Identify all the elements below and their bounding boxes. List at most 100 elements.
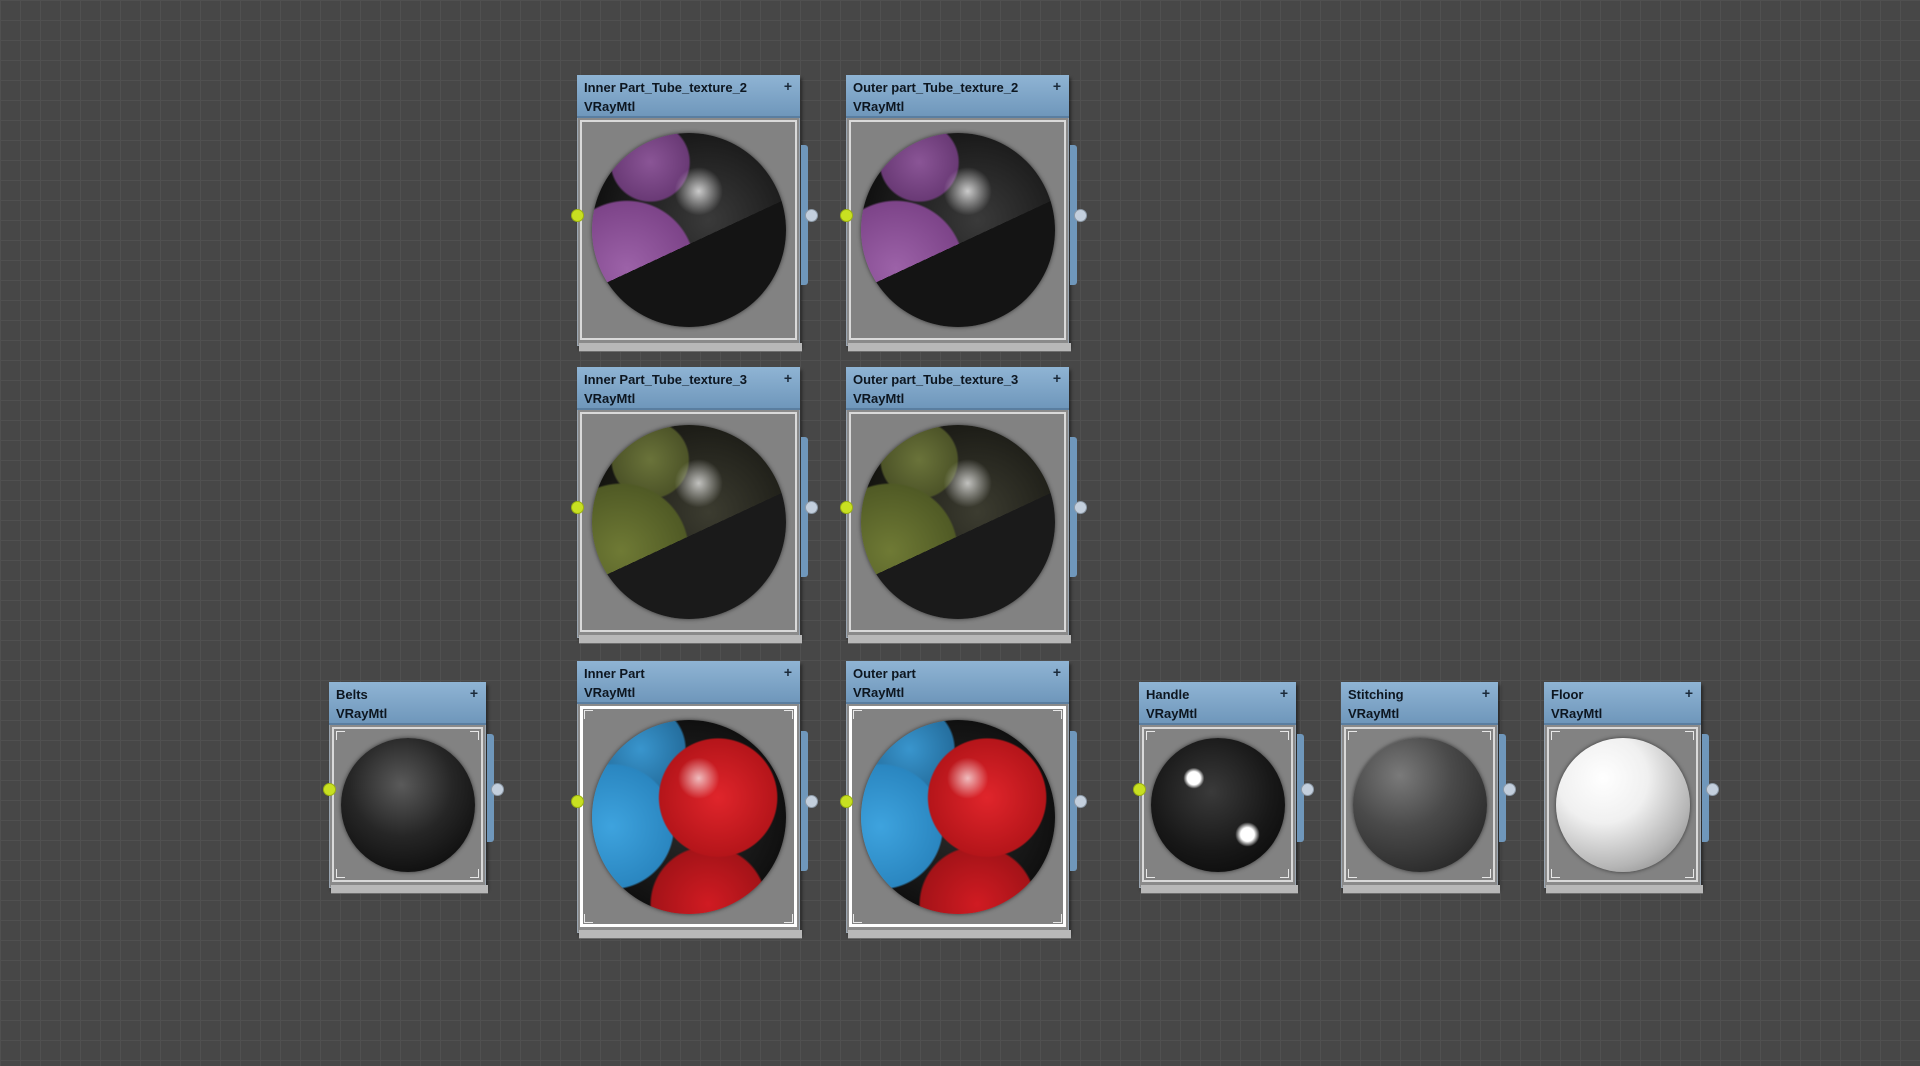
node-footer bbox=[848, 635, 1071, 644]
material-node-floor[interactable]: Floor VRayMtl + bbox=[1544, 682, 1719, 894]
material-preview bbox=[1344, 727, 1495, 882]
material-node-outer-part-tube-texture-2[interactable]: Outer part_Tube_texture_2 VRayMtl + bbox=[840, 75, 1087, 352]
output-socket[interactable] bbox=[1301, 783, 1314, 796]
material-node-inner-part-tube-texture-3[interactable]: Inner Part_Tube_texture_3 VRayMtl + bbox=[571, 367, 818, 644]
material-preview bbox=[849, 412, 1066, 632]
material-sphere bbox=[860, 425, 1055, 619]
node-type: VRayMtl bbox=[853, 99, 905, 114]
material-node-stitching[interactable]: Stitching VRayMtl + bbox=[1341, 682, 1516, 894]
material-preview bbox=[849, 120, 1066, 340]
node-header[interactable]: Inner Part VRayMtl + bbox=[577, 661, 800, 704]
corner-mark bbox=[1348, 869, 1357, 878]
node-name: Floor bbox=[1551, 687, 1584, 702]
material-preview bbox=[1547, 727, 1698, 882]
output-socket[interactable] bbox=[805, 795, 818, 808]
input-socket[interactable] bbox=[840, 208, 853, 222]
expand-plus-icon[interactable]: + bbox=[1053, 78, 1061, 94]
node-footer bbox=[579, 343, 802, 352]
expand-plus-icon[interactable]: + bbox=[784, 78, 792, 94]
node-header[interactable]: Inner Part_Tube_texture_3 VRayMtl + bbox=[577, 367, 800, 410]
material-node-outer-part[interactable]: Outer part VRayMtl + bbox=[840, 661, 1087, 939]
output-socket[interactable] bbox=[1706, 783, 1719, 796]
node-name: Inner Part_Tube_texture_3 bbox=[584, 372, 748, 387]
node-header[interactable]: Belts VRayMtl + bbox=[329, 682, 486, 725]
corner-mark bbox=[1685, 869, 1694, 878]
expand-plus-icon[interactable]: + bbox=[1482, 685, 1490, 701]
material-preview bbox=[580, 120, 797, 340]
corner-mark bbox=[584, 710, 593, 719]
input-socket[interactable] bbox=[840, 795, 853, 808]
corner-mark bbox=[784, 914, 793, 923]
input-socket[interactable] bbox=[571, 795, 584, 808]
node-header[interactable]: Floor VRayMtl + bbox=[1544, 682, 1701, 725]
corner-mark bbox=[1482, 869, 1491, 878]
material-sphere bbox=[340, 737, 475, 872]
node-type: VRayMtl bbox=[853, 391, 905, 406]
material-preview bbox=[332, 727, 483, 882]
node-type: VRayMtl bbox=[584, 685, 636, 700]
output-socket[interactable] bbox=[1074, 795, 1087, 808]
node-header[interactable]: Outer part_Tube_texture_3 VRayMtl + bbox=[846, 367, 1069, 410]
expand-plus-icon[interactable]: + bbox=[470, 685, 478, 701]
node-footer bbox=[1343, 885, 1500, 894]
expand-plus-icon[interactable]: + bbox=[1280, 685, 1288, 701]
material-node-handle[interactable]: Handle VRayMtl + bbox=[1133, 682, 1314, 894]
expand-plus-icon[interactable]: + bbox=[784, 664, 792, 680]
node-footer bbox=[848, 343, 1071, 352]
material-node-inner-part[interactable]: Inner Part VRayMtl + bbox=[571, 661, 818, 939]
corner-mark bbox=[1146, 731, 1155, 740]
corner-mark bbox=[1053, 710, 1062, 719]
corner-mark bbox=[1280, 869, 1289, 878]
corner-mark bbox=[336, 869, 345, 878]
corner-mark bbox=[1685, 731, 1694, 740]
output-socket[interactable] bbox=[1503, 783, 1516, 796]
node-footer bbox=[579, 635, 802, 644]
material-sphere bbox=[1555, 737, 1690, 872]
expand-plus-icon[interactable]: + bbox=[784, 370, 792, 386]
corner-mark bbox=[1551, 869, 1560, 878]
input-socket[interactable] bbox=[323, 783, 336, 796]
material-preview bbox=[849, 706, 1066, 927]
node-name: Inner Part bbox=[584, 666, 645, 681]
expand-plus-icon[interactable]: + bbox=[1685, 685, 1693, 701]
material-sphere bbox=[860, 719, 1055, 914]
node-type: VRayMtl bbox=[336, 706, 388, 721]
node-header[interactable]: Inner Part_Tube_texture_2 VRayMtl + bbox=[577, 75, 800, 118]
node-header[interactable]: Outer part_Tube_texture_2 VRayMtl + bbox=[846, 75, 1069, 118]
corner-mark bbox=[1053, 914, 1062, 923]
output-socket[interactable] bbox=[491, 783, 504, 796]
corner-mark bbox=[1146, 869, 1155, 878]
output-socket[interactable] bbox=[805, 208, 818, 222]
output-socket[interactable] bbox=[1074, 208, 1087, 222]
node-type: VRayMtl bbox=[584, 391, 636, 406]
node-footer bbox=[1546, 885, 1703, 894]
input-socket[interactable] bbox=[840, 500, 853, 514]
expand-plus-icon[interactable]: + bbox=[1053, 664, 1061, 680]
material-preview bbox=[580, 706, 797, 927]
material-node-inner-part-tube-texture-2[interactable]: Inner Part_Tube_texture_2 VRayMtl + bbox=[571, 75, 818, 352]
material-sphere bbox=[591, 719, 786, 914]
input-socket[interactable] bbox=[1133, 783, 1146, 796]
node-footer bbox=[579, 930, 802, 939]
node-name: Belts bbox=[336, 687, 368, 702]
material-preview bbox=[1142, 727, 1293, 882]
material-node-outer-part-tube-texture-3[interactable]: Outer part_Tube_texture_3 VRayMtl + bbox=[840, 367, 1087, 644]
input-socket[interactable] bbox=[571, 208, 584, 222]
output-socket[interactable] bbox=[805, 500, 818, 514]
node-header[interactable]: Handle VRayMtl + bbox=[1139, 682, 1296, 725]
node-type: VRayMtl bbox=[1146, 706, 1198, 721]
node-header[interactable]: Outer part VRayMtl + bbox=[846, 661, 1069, 704]
output-socket[interactable] bbox=[1074, 500, 1087, 514]
corner-mark bbox=[1280, 731, 1289, 740]
input-socket[interactable] bbox=[571, 500, 584, 514]
expand-plus-icon[interactable]: + bbox=[1053, 370, 1061, 386]
node-header[interactable]: Stitching VRayMtl + bbox=[1341, 682, 1498, 725]
node-name: Inner Part_Tube_texture_2 bbox=[584, 80, 748, 95]
material-node-belts[interactable]: Belts VRayMtl + bbox=[323, 682, 504, 894]
node-type: VRayMtl bbox=[584, 99, 636, 114]
corner-mark bbox=[470, 869, 479, 878]
node-name: Stitching bbox=[1348, 687, 1404, 702]
node-type: VRayMtl bbox=[853, 685, 905, 700]
corner-mark bbox=[1482, 731, 1491, 740]
material-sphere bbox=[591, 133, 786, 327]
